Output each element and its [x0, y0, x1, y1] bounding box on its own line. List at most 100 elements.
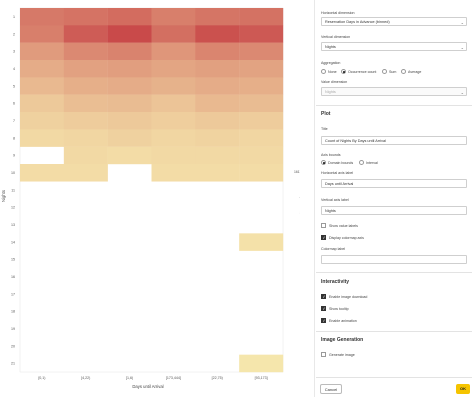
aggregation-occurrence-count-label: Occurrence count [348, 70, 377, 74]
heatmap-cell [63, 77, 108, 95]
heatmap-cell [239, 8, 284, 26]
axis-bounds-domain-radio[interactable] [321, 160, 326, 165]
aggregation-none-label: None [328, 70, 337, 74]
title-input[interactable]: Count of Nights By Days until Arrival [321, 136, 467, 145]
axis-bounds-interval-radio[interactable] [359, 160, 364, 165]
display-colormap-axis-label: Display colormap axis [329, 236, 364, 240]
heatmap-cell [20, 94, 65, 113]
heatmap-cell [151, 129, 196, 147]
y-tick-label: 2 [13, 32, 15, 36]
heatmap-cell [195, 94, 240, 113]
display-colormap-axis-checkbox[interactable] [321, 235, 326, 240]
divider [316, 377, 472, 378]
heatmap-cell [107, 129, 152, 147]
cancel-button[interactable]: Cancel [320, 384, 342, 394]
heatmap-cell [239, 112, 284, 130]
horizontal-axis-label-label: Horizontal axis label [321, 171, 354, 175]
chart-panel: 1 2 3 4 5 6 7 8 9 10 11 12 13 14 15 16 17 18 19 20 21 [0,1)[… [0, 0, 300, 397]
y-tick-label: 5 [13, 84, 15, 88]
heatmap-cell [195, 42, 240, 61]
generate-image-checkbox[interactable] [321, 352, 326, 357]
y-tick-label: 13 [11, 223, 15, 227]
x-tick-label: [173,444] [166, 376, 181, 380]
aggregation-sum-radio[interactable] [382, 69, 387, 74]
enable-image-download-checkbox[interactable] [321, 294, 326, 299]
heatmap-cell [151, 42, 196, 61]
heatmap-cell [239, 94, 284, 113]
heatmap-cell [239, 60, 284, 78]
x-tick-label: [1,6) [126, 376, 133, 380]
horizontal-dimension-label: Horizontal dimension [321, 11, 355, 15]
generate-image-label: Generate image [329, 353, 355, 357]
horizontal-dimension-select[interactable]: Reservation Days in Advance (binned) ⌄ [321, 17, 467, 26]
vertical-axis-label-label: Vertical axis label [321, 198, 349, 202]
y-tick-label: 10 [11, 171, 15, 175]
heatmap-cell [107, 60, 152, 78]
heatmap-cell [20, 60, 65, 78]
x-tick-label: [0,1) [38, 376, 45, 380]
divider [316, 331, 472, 332]
show-tooltip-checkbox[interactable] [321, 306, 326, 311]
heatmap-cell [195, 77, 240, 95]
colormap-label-input[interactable] [321, 255, 467, 264]
y-axis-title: Nights [1, 190, 6, 202]
heatmap-cell [63, 146, 108, 165]
heatmap-cell [239, 25, 284, 43]
heatmap-cell [63, 164, 108, 182]
y-tick-label: 16 [11, 275, 15, 279]
show-value-labels-checkbox[interactable] [321, 223, 326, 228]
vertical-dimension-select[interactable]: Nights ⌄ [321, 42, 467, 51]
chevron-down-icon: ⌄ [460, 90, 464, 95]
divider [316, 105, 472, 106]
heatmap-cell [239, 233, 284, 251]
heatmap-cell [151, 77, 196, 95]
heatmap-cell [63, 8, 108, 26]
colormap-label-label: Colormap label [321, 247, 346, 251]
colorbar-tick-label: 1617 [294, 170, 300, 174]
y-tick-label: 9 [13, 154, 15, 158]
heatmap-cell [107, 77, 152, 95]
x-tick-label: [4,22) [81, 376, 90, 380]
heatmap-cell [151, 164, 196, 182]
heatmap-chart: 123456789101112131415161718192021 [0,1)[… [1, 7, 300, 389]
heatmap-cell [107, 112, 152, 130]
aggregation-average-label: Average [408, 70, 422, 74]
y-tick-label: 12 [11, 206, 15, 210]
y-tick-label: 7 [13, 119, 15, 123]
aggregation-occurrence-count-radio[interactable] [341, 69, 346, 74]
vertical-dimension-label: Vertical dimension [321, 35, 351, 39]
heatmap-cell [107, 146, 152, 165]
heatmap-cell [239, 77, 284, 95]
show-tooltip-label: Show tooltip [329, 307, 349, 311]
heatmap-cell [107, 42, 152, 61]
heatmap-cell [151, 25, 196, 43]
heatmap-cell [107, 8, 152, 26]
heatmap-cell [195, 146, 240, 165]
vertical-dimension-value: Nights [325, 45, 336, 49]
heatmap-cell [20, 112, 65, 130]
value-dimension-select[interactable]: Nights ⌄ [321, 87, 467, 96]
heatmap-cell [239, 146, 284, 165]
enable-animation-checkbox[interactable] [321, 318, 326, 323]
aggregation-sum-label: Sum [389, 70, 397, 74]
horizontal-axis-label-input[interactable]: Days until Arrival [321, 179, 467, 188]
ok-button[interactable]: OK [456, 384, 470, 394]
vertical-axis-label-input[interactable]: Nights [321, 206, 467, 215]
y-tick-label: 18 [11, 310, 15, 314]
heatmap-cell [20, 164, 65, 182]
y-tick-label: 17 [11, 292, 15, 296]
heatmap-cell [20, 8, 65, 26]
heatmap-cell [151, 60, 196, 78]
heatmap-cell [151, 146, 196, 165]
heatmap-cell [195, 25, 240, 43]
y-tick-label: 21 [11, 362, 15, 366]
aggregation-average-radio[interactable] [401, 69, 406, 74]
heatmap-cell [63, 60, 108, 78]
x-axis-title: Days until Arrival [132, 384, 163, 389]
heatmap-cell [107, 25, 152, 43]
x-tick-label: [93,173] [255, 376, 268, 380]
show-value-labels-label: Show value labels [329, 224, 358, 228]
image-generation-section-heading: Image Generation [321, 337, 364, 343]
heatmap-cell [239, 354, 284, 373]
aggregation-none-radio[interactable] [321, 69, 326, 74]
